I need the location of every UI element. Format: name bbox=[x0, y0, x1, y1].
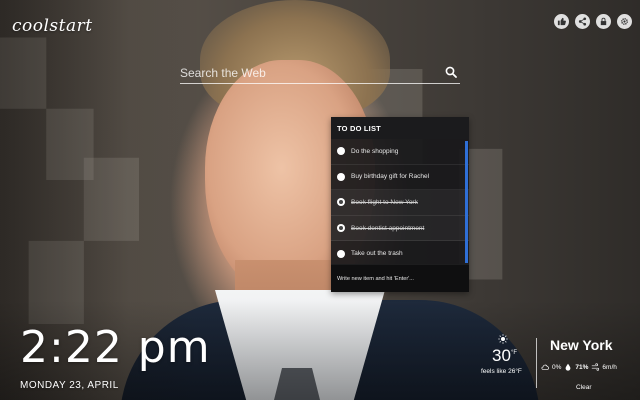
todo-item[interactable]: Book flight to New York bbox=[331, 190, 469, 216]
weather-divider bbox=[536, 338, 537, 388]
todo-checkbox[interactable] bbox=[337, 249, 345, 258]
weather-cloud-value: 0% bbox=[552, 363, 562, 371]
wind-icon bbox=[592, 363, 600, 371]
todo-checkbox[interactable] bbox=[337, 172, 345, 181]
humidity-drop-icon bbox=[566, 363, 571, 371]
top-toolbar bbox=[554, 14, 632, 29]
weather-condition: Clear bbox=[576, 384, 592, 391]
settings-icon[interactable] bbox=[617, 14, 632, 29]
todo-item[interactable]: Buy birthday gift for Rachel bbox=[331, 165, 469, 191]
todo-item-text: Take out the trash bbox=[351, 250, 403, 258]
thumbs-up-icon[interactable] bbox=[554, 14, 569, 29]
todo-scrollbar[interactable] bbox=[465, 141, 468, 263]
clock-date: MONDAY 23, APRIL bbox=[20, 380, 119, 391]
todo-checkbox-checked[interactable] bbox=[337, 198, 345, 207]
search-input[interactable] bbox=[180, 64, 435, 82]
weather-temperature: 30 bbox=[492, 346, 511, 365]
todo-list: Do the shopping Buy birthday gift for Ra… bbox=[331, 139, 469, 269]
todo-item-text: Book flight to New York bbox=[351, 198, 418, 206]
search-bar bbox=[180, 62, 460, 84]
share-icon[interactable] bbox=[575, 14, 590, 29]
lock-icon[interactable] bbox=[596, 14, 611, 29]
sun-icon bbox=[498, 334, 508, 344]
todo-checkbox-checked[interactable] bbox=[337, 224, 345, 233]
coolstart-logo[interactable]: coolstart bbox=[12, 16, 93, 36]
clock-time: 2:22 pm bbox=[20, 322, 211, 373]
todo-checkbox[interactable] bbox=[337, 147, 345, 156]
weather-humidity-value: 71% bbox=[575, 363, 589, 371]
todo-panel: TO DO LIST Do the shopping Buy birthday … bbox=[331, 117, 469, 292]
todo-item[interactable]: Book dentist appointment bbox=[331, 215, 469, 242]
todo-new-item-input[interactable] bbox=[337, 273, 465, 285]
todo-item[interactable]: Do the shopping bbox=[331, 139, 469, 165]
todo-new-item-bar bbox=[331, 264, 469, 292]
weather-wind-value: 6m/h bbox=[602, 363, 617, 371]
weather-stats: 0% 71% 6m/h bbox=[541, 363, 617, 371]
weather-feels-like: feels like 26°F bbox=[481, 368, 522, 375]
weather-city: New York bbox=[550, 337, 613, 353]
weather-unit: °F bbox=[511, 350, 518, 356]
weather-widget[interactable]: 30 °F feels like 26°F New York 0% 71% 6m… bbox=[478, 332, 640, 400]
todo-item-text: Buy birthday gift for Rachel bbox=[351, 173, 430, 181]
todo-item-text: Book dentist appointment bbox=[351, 224, 425, 232]
todo-title: TO DO LIST bbox=[331, 117, 469, 139]
cloud-icon bbox=[541, 364, 549, 370]
search-icon[interactable] bbox=[445, 66, 457, 78]
todo-item-text: Do the shopping bbox=[351, 147, 399, 155]
